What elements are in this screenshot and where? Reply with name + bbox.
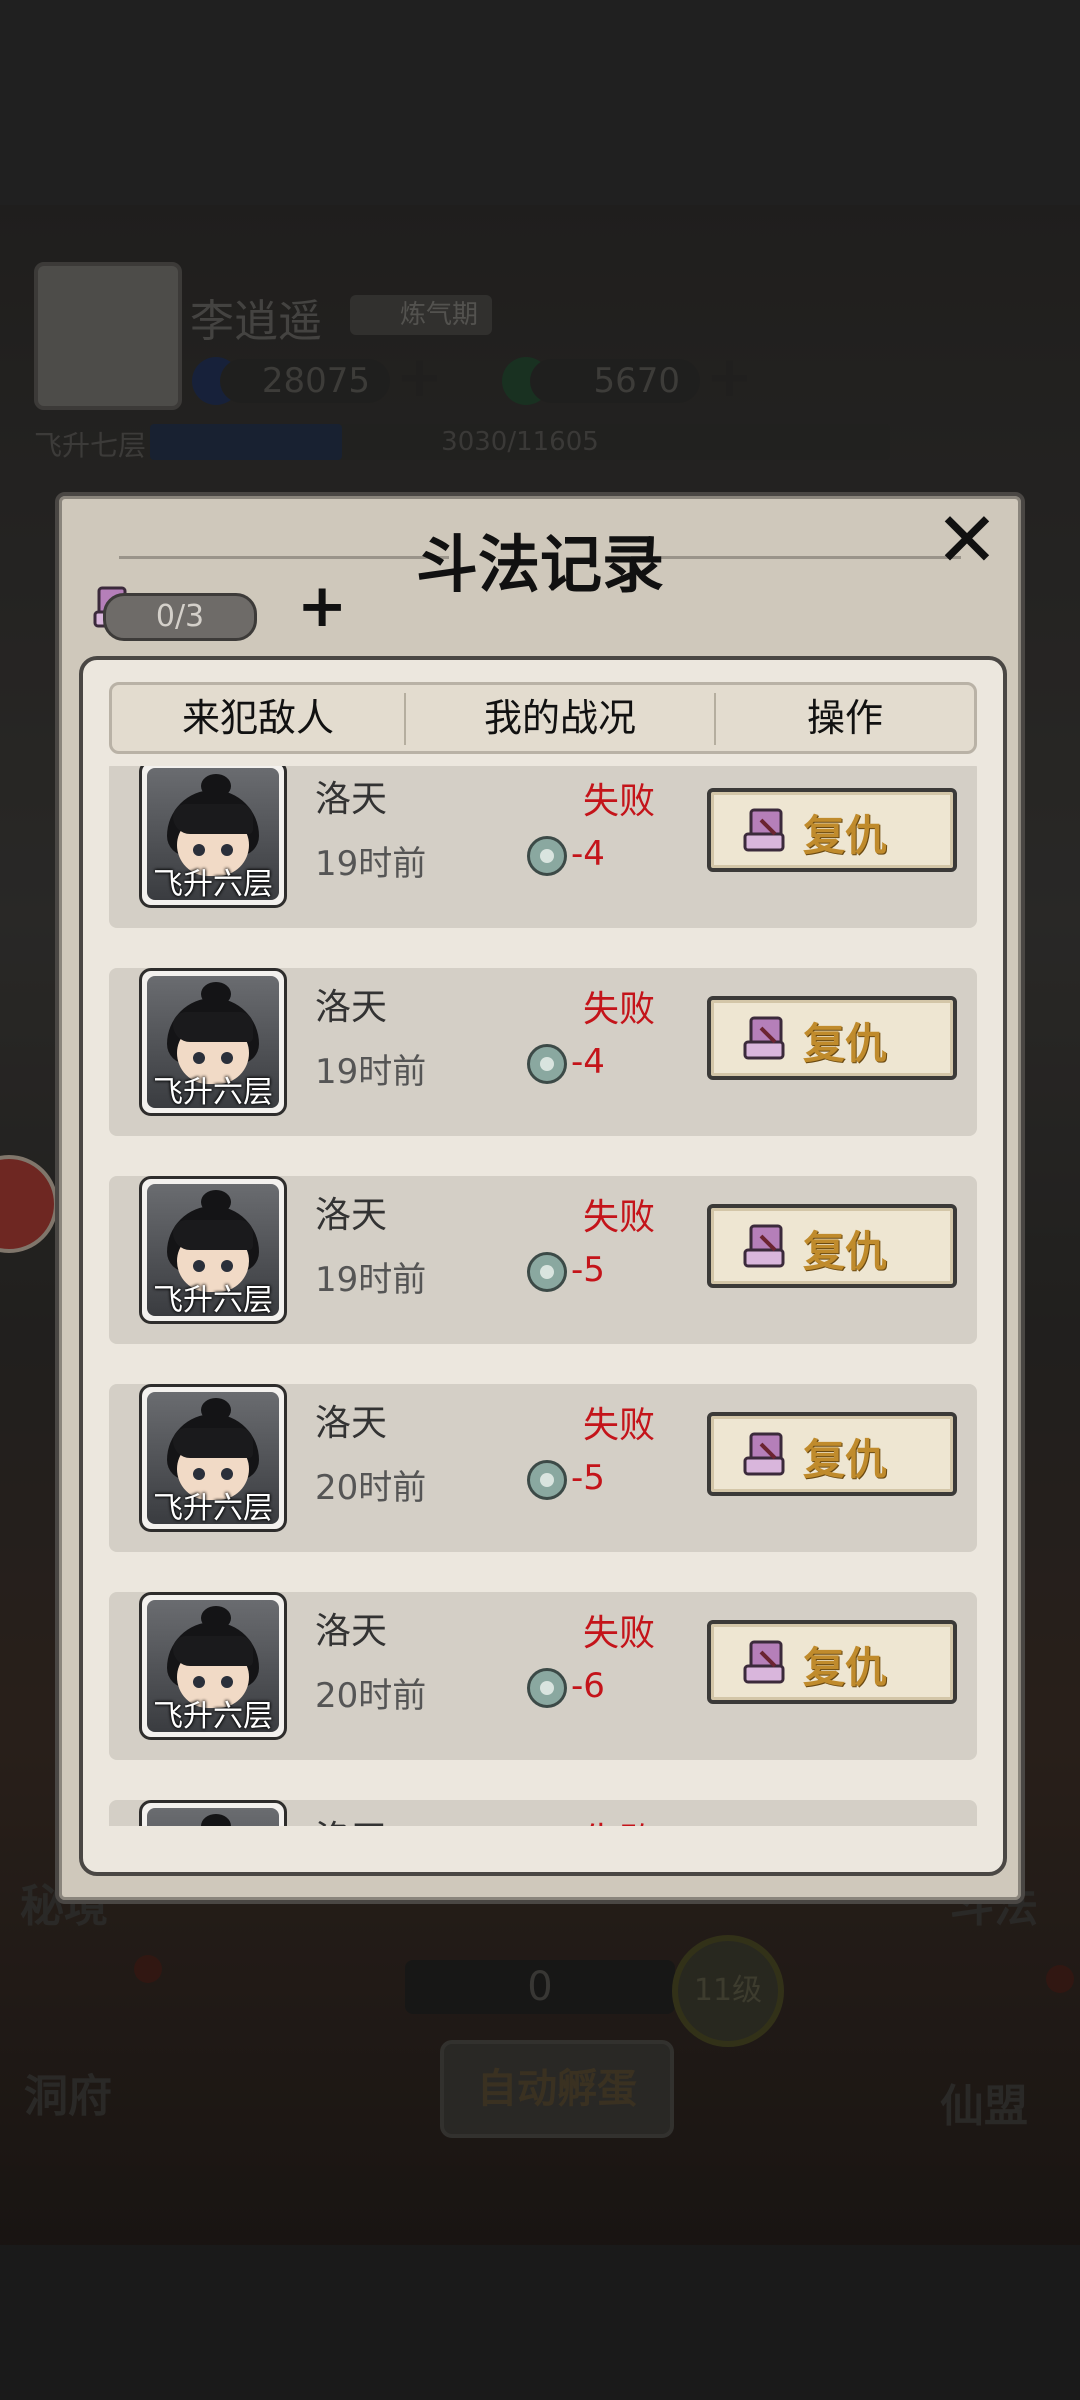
record-row: 飞升六层 洛天 19时前 失败 -5 复仇 xyxy=(109,1176,977,1344)
revenge-button[interactable]: 复仇 xyxy=(707,788,957,872)
ticket-icon xyxy=(743,1640,785,1684)
eye xyxy=(221,1468,233,1480)
close-icon[interactable]: ✕ xyxy=(931,502,1003,580)
dialog-title: 斗法记录 xyxy=(415,528,664,601)
enemy-name: 洛天 xyxy=(315,1810,387,1826)
enemy-name: 洛天 xyxy=(315,987,388,1028)
eye xyxy=(221,844,233,856)
enemy-avatar[interactable]: 飞升六层 xyxy=(139,1176,287,1324)
jade-coin-icon xyxy=(527,1044,567,1084)
revenge-label: 复仇 xyxy=(803,811,888,860)
eye xyxy=(193,1468,205,1480)
eye xyxy=(193,1676,205,1688)
battle-time: 19时前 xyxy=(315,1260,427,1300)
battle-time: 19时前 xyxy=(315,1052,427,1092)
col-status: 我的战况 xyxy=(483,696,636,740)
record-header: 来犯敌人 我的战况 操作 xyxy=(109,682,977,754)
enemy-avatar[interactable]: 飞升六层 xyxy=(139,968,287,1116)
record-row: 飞升六层 洛天 20时前 失败 -6 复仇 xyxy=(109,1592,977,1760)
col-action: 操作 xyxy=(806,696,883,740)
enemy-avatar[interactable]: 飞升六层 xyxy=(139,766,287,908)
jade-change: -5 xyxy=(571,1250,605,1290)
ticket-icon xyxy=(743,1016,785,1060)
enemy-name: 洛天 xyxy=(315,1403,388,1444)
enemy-avatar[interactable]: 飞升六层 xyxy=(139,1592,287,1740)
jade-coin-icon xyxy=(527,1252,567,1292)
status-area xyxy=(0,0,1080,205)
jade-coin-icon xyxy=(527,836,567,876)
battle-record-dialog: 斗法记录 ✕ 0/3 + 来犯敌人 我的战况 操作 飞升六层 洛天 19时前 失… xyxy=(55,492,1025,1904)
enemy-avatar[interactable]: 飞升六层 xyxy=(139,1800,287,1826)
record-list[interactable]: 飞升六层 洛天 19时前 失败 -4 复仇 飞升六层 洛天 19时前 失败 -4… xyxy=(109,766,977,1826)
add-ticket-button[interactable]: + xyxy=(297,576,347,636)
battle-result: 失败 xyxy=(582,1613,655,1654)
ticket-icon xyxy=(743,808,785,852)
jade-change: -4 xyxy=(571,834,605,874)
enemy-level: 飞升六层 xyxy=(153,1075,273,1110)
jade-change: -6 xyxy=(571,1666,605,1706)
jade-coin-icon xyxy=(527,1460,567,1500)
enemy-level: 飞升六层 xyxy=(153,1491,273,1526)
hair-bun xyxy=(201,1814,231,1826)
enemy-avatar[interactable]: 飞升六层 xyxy=(139,1384,287,1532)
jade-change: -5 xyxy=(571,1458,605,1498)
battle-result: 失败 xyxy=(549,1812,689,1826)
battle-result: 失败 xyxy=(582,1405,655,1446)
battle-time: 20时前 xyxy=(315,1676,427,1716)
jade-coin-icon xyxy=(527,1668,567,1708)
battle-time: 19时前 xyxy=(315,844,427,884)
record-row: 飞升六层 洛天 20时前 失败 -6 复仇 xyxy=(109,1800,977,1826)
battle-result: 失败 xyxy=(582,1197,655,1238)
record-row: 飞升六层 洛天 19时前 失败 -4 复仇 xyxy=(109,968,977,1136)
eye xyxy=(193,1052,205,1064)
revenge-button[interactable]: 复仇 xyxy=(707,1412,957,1496)
fringe xyxy=(173,1428,253,1458)
enemy-name: 洛天 xyxy=(315,1611,388,1652)
revenge-label: 复仇 xyxy=(803,1643,888,1692)
jade-change: -4 xyxy=(571,1042,605,1082)
battle-result: 失败 xyxy=(582,781,655,822)
eye xyxy=(221,1676,233,1688)
ticket-count: 0/3 xyxy=(103,593,257,641)
eye xyxy=(193,1260,205,1272)
revenge-button[interactable]: 复仇 xyxy=(707,1620,957,1704)
ticket-icon xyxy=(743,1224,785,1268)
fringe xyxy=(173,1220,253,1250)
ticket-icon xyxy=(743,1432,785,1476)
revenge-button[interactable]: 复仇 xyxy=(707,1204,957,1288)
battle-time: 20时前 xyxy=(315,1468,427,1508)
enemy-name: 洛天 xyxy=(315,1195,388,1236)
eye xyxy=(221,1260,233,1272)
record-row: 飞升六层 洛天 20时前 失败 -5 复仇 xyxy=(109,1384,977,1552)
enemy-level: 飞升六层 xyxy=(153,1283,273,1318)
revenge-button[interactable]: 复仇 xyxy=(707,996,957,1080)
revenge-label: 复仇 xyxy=(803,1435,888,1484)
fringe xyxy=(173,1012,253,1042)
fringe xyxy=(173,1636,253,1666)
battle-result: 失败 xyxy=(582,989,655,1030)
enemy-portrait xyxy=(147,1808,279,1826)
eye xyxy=(221,1052,233,1064)
record-row: 飞升六层 洛天 19时前 失败 -4 复仇 xyxy=(109,766,977,928)
col-enemy: 来犯敌人 xyxy=(181,696,334,740)
enemy-level: 飞升六层 xyxy=(153,1699,273,1734)
fringe xyxy=(173,804,253,834)
record-panel: 来犯敌人 我的战况 操作 飞升六层 洛天 19时前 失败 -4 复仇 飞升六层 … xyxy=(79,656,1007,1876)
enemy-name: 洛天 xyxy=(315,779,388,820)
revenge-label: 复仇 xyxy=(803,1019,888,1068)
navigation-area xyxy=(0,2245,1080,2400)
eye xyxy=(193,844,205,856)
revenge-label: 复仇 xyxy=(803,1227,888,1276)
enemy-level: 飞升六层 xyxy=(153,867,273,902)
